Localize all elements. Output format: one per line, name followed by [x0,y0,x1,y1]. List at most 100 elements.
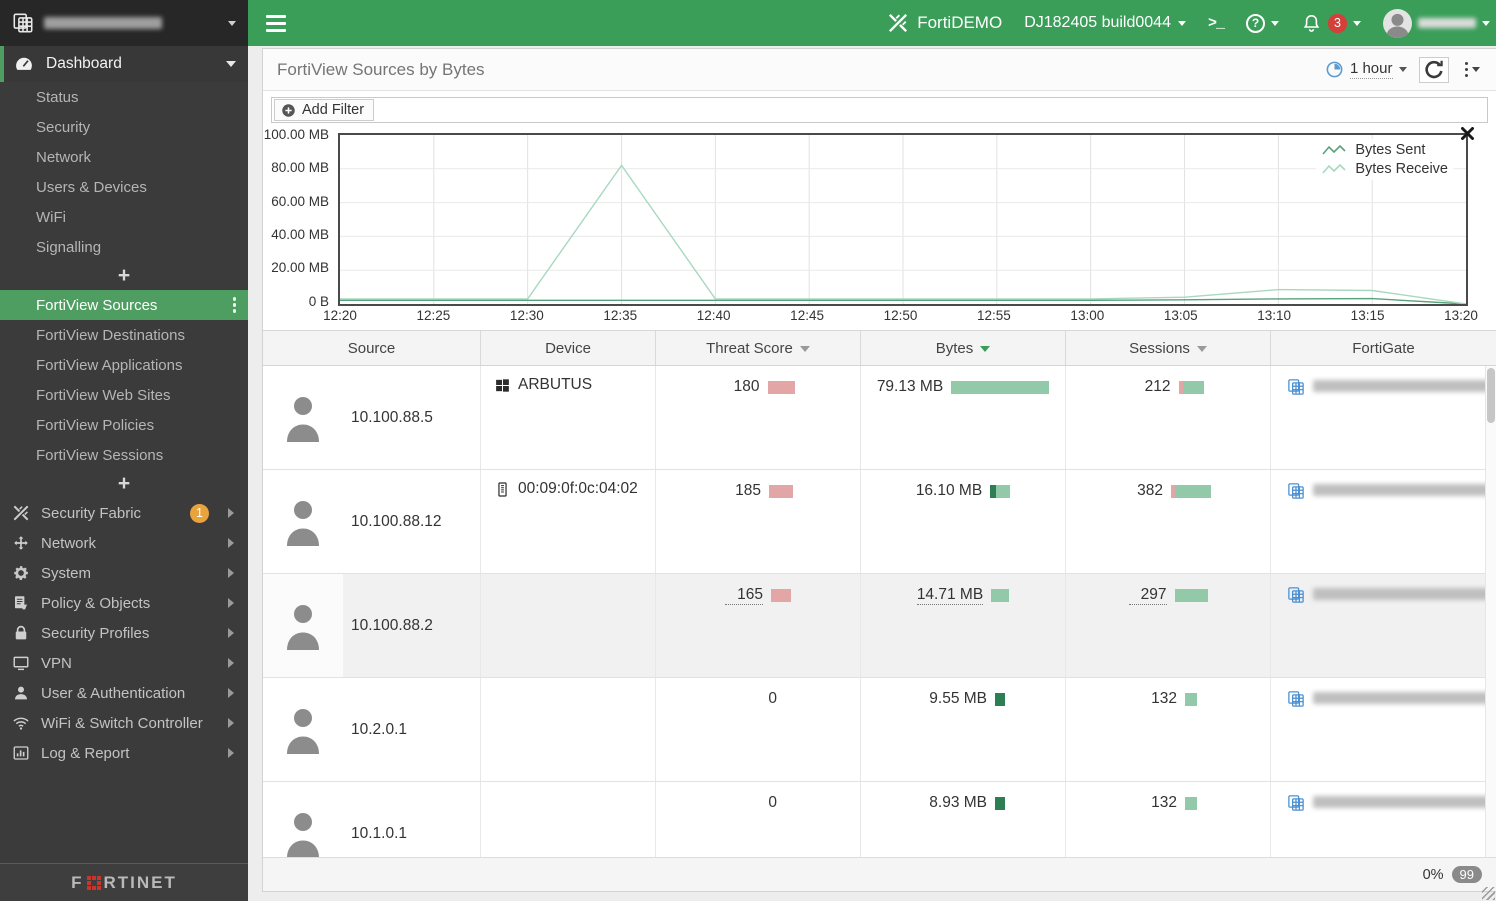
device-name: ARBUTUS [518,376,593,393]
sidebar-footer: F RTINET [0,863,248,901]
legend-item-bytes-sent[interactable]: Bytes Sent [1322,142,1448,158]
user-icon [263,678,343,781]
table-row[interactable]: 10.100.88.2 165 14.71 MB 297 [263,574,1496,678]
device-name: 00:09:0f:0c:04:02 [518,480,638,497]
sidebar-item-vpn[interactable]: VPN [0,648,248,678]
refresh-button[interactable] [1418,56,1449,83]
source-ip: 10.100.88.2 [351,616,433,634]
user-auth-icon [12,684,30,702]
cell-value: 132 [1151,690,1177,707]
sidebar-item-dashboard[interactable]: Dashboard [0,46,248,82]
cell-bytes: 8.93 MB [861,782,1066,857]
device-selector[interactable] [0,0,248,46]
x-axis-tick: 13:20 [1444,308,1478,323]
column-header-source[interactable]: Source [263,331,481,365]
user-menu[interactable] [1383,8,1490,38]
x-axis-tick: 13:00 [1070,308,1105,323]
filter-bar: Add Filter [263,91,1496,125]
x-axis-tick: 12:30 [509,308,544,323]
sidebar-item-fortiview-sources[interactable]: FortiView Sources [0,290,248,320]
sidebar-item-status[interactable]: Status [0,82,248,112]
status-badge: 99 [1451,866,1482,883]
column-header-threat-score[interactable]: Threat Score [656,331,861,365]
sidebar-item-fortiview-destinations[interactable]: FortiView Destinations [0,320,248,350]
cli-console-icon[interactable]: >_ [1208,15,1225,32]
table-row[interactable]: 10.2.0.1 0 9.55 MB 132 [263,678,1496,782]
column-header-bytes[interactable]: Bytes [861,331,1066,365]
hamburger-menu-icon[interactable] [266,14,286,32]
sidebar-item-label: Security Fabric [41,504,142,522]
time-range-selector[interactable]: 1 hour [1325,60,1407,79]
sidebar-item-fortiview-web-sites[interactable]: FortiView Web Sites [0,380,248,410]
value-bar [1178,380,1204,394]
value-bar [769,484,793,498]
table-row[interactable]: 10.1.0.1 0 8.93 MB 132 [263,782,1496,857]
sidebar-item-fortiview-sessions[interactable]: FortiView Sessions [0,440,248,470]
sidebar-item-log-report[interactable]: Log & Report [0,738,248,768]
build-label: DJ182405 build0044 [1024,14,1171,31]
sources-table: Source Device Threat Score Bytes Sessions For… [263,330,1496,857]
cell-device: 00:09:0f:0c:04:02 [481,470,656,573]
sidebar-item-network[interactable]: Network [0,142,248,172]
security-profiles-icon [12,624,30,642]
brand-name: FortiDEMO [917,13,1003,32]
sidebar-item-network[interactable]: Network [0,528,248,558]
sidebar-item-security[interactable]: Security [0,112,248,142]
column-header-fortigate[interactable]: FortiGate [1271,331,1496,365]
scrollbar-thumb[interactable] [1487,368,1495,423]
main-column: FortiDEMO DJ182405 build0044 >_ ? 3 Fort… [248,0,1496,901]
sidebar-item-wifi[interactable]: WiFi [0,202,248,232]
sidebar-item-policy-objects[interactable]: Policy & Objects [0,588,248,618]
x-axis-tick: 13:10 [1257,308,1292,323]
close-icon[interactable] [1461,127,1474,140]
add-dashboard-button[interactable]: + [0,262,248,290]
value-bar [771,589,791,602]
sidebar-item-label: User & Authentication [41,684,186,702]
table-row[interactable]: 10.100.88.12 00:09:0f:0c:04:02 185 16.10 MB… [263,470,1496,574]
cell-value: 8.93 MB [929,794,987,811]
resize-handle[interactable] [1482,887,1495,900]
cell-source: 10.100.88.5 [263,366,481,469]
sidebar-item-users-devices[interactable]: Users & Devices [0,172,248,202]
chevron-right-icon [228,718,234,728]
sidebar-item-signalling[interactable]: Signalling [0,232,248,262]
source-ip: 10.100.88.5 [351,408,433,426]
sidebar-item-wifi-switch-controller[interactable]: WiFi & Switch Controller [0,708,248,738]
cell-sessions: 382 [1066,470,1271,573]
sidebar-item-label: System [41,564,92,582]
sidebar-item-label: FortiView Sessions [36,446,164,464]
source-ip: 10.2.0.1 [351,720,408,738]
sidebar-item-user-authentication[interactable]: User & Authentication [0,678,248,708]
sidebar-item-fortiview-applications[interactable]: FortiView Applications [0,350,248,380]
sidebar-item-security-profiles[interactable]: Security Profiles [0,618,248,648]
sidebar-item-security-fabric[interactable]: Security Fabric 1 [0,498,248,528]
legend-item-bytes-receive[interactable]: Bytes Receive [1322,161,1448,177]
table-scrollbar[interactable] [1485,366,1496,857]
y-axis-tick: 0 B [308,293,329,309]
chevron-right-icon [228,598,234,608]
value-bar [991,589,1010,602]
panel-header: FortiView Sources by Bytes 1 hour [263,49,1496,91]
sidebar-item-system[interactable]: System [0,558,248,588]
table-row[interactable]: 10.100.88.5 ARBUTUS 180 79.13 MB 212 [263,366,1496,470]
sidebar-item-fortiview-policies[interactable]: FortiView Policies [0,410,248,440]
line-swatch-icon [1322,163,1346,174]
kebab-menu-icon[interactable] [232,297,236,313]
cell-value: 0 [768,690,777,707]
sort-caret-icon [1196,346,1207,352]
add-filter-button[interactable]: Add Filter [274,99,375,121]
wifi-switch-icon [12,714,30,732]
column-header-sessions[interactable]: Sessions [1066,331,1271,365]
chevron-down-icon [1482,20,1490,26]
build-selector[interactable]: DJ182405 build0044 [1024,14,1186,32]
column-header-device[interactable]: Device [481,331,656,365]
panel-more-menu[interactable] [1461,60,1485,80]
filter-input[interactable]: Add Filter [271,97,1488,123]
sidebar-item-label: FortiView Sources [36,296,158,314]
notifications-menu[interactable]: 3 [1301,13,1361,34]
add-fortiview-button[interactable]: + [0,470,248,498]
security-fabric-icon [887,12,909,34]
sidebar-item-label: WiFi & Switch Controller [41,714,203,732]
sidebar-item-label: Users & Devices [36,178,147,196]
help-menu[interactable]: ? [1246,13,1279,33]
